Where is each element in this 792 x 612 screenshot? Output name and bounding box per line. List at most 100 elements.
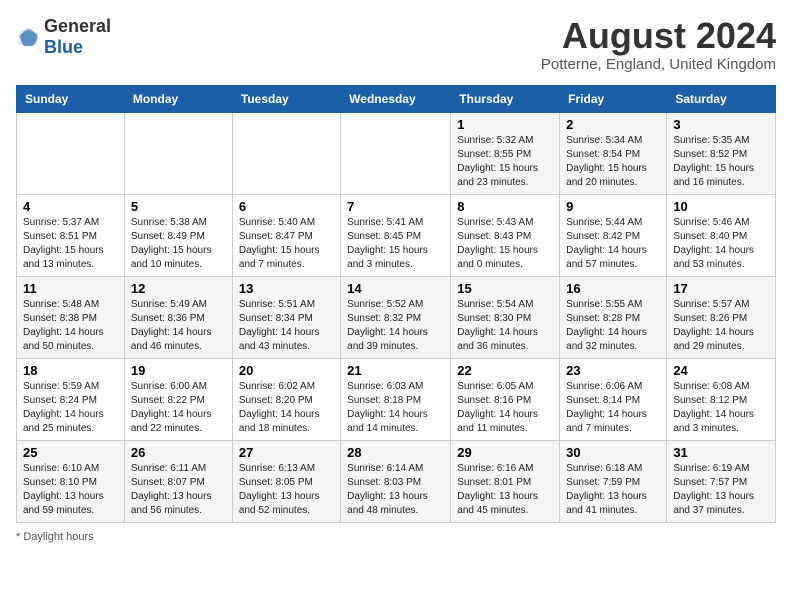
day-number: 20: [239, 363, 334, 378]
day-number: 5: [131, 199, 226, 214]
month-title: August 2024: [541, 16, 776, 56]
calendar-week-1: 1 Sunrise: 5:32 AM Sunset: 8:55 PM Daylig…: [17, 112, 776, 194]
logo: General Blue: [16, 16, 111, 58]
day-number: 9: [566, 199, 660, 214]
weekday-header-row: SundayMondayTuesdayWednesdayThursdayFrid…: [17, 85, 776, 112]
weekday-header-wednesday: Wednesday: [341, 85, 451, 112]
calendar-cell: 16 Sunrise: 5:55 AM Sunset: 8:28 PM Dayli…: [560, 276, 667, 358]
calendar-cell: 31 Sunrise: 6:19 AM Sunset: 7:57 PM Dayli…: [667, 440, 776, 522]
day-info: Sunrise: 6:19 AM Sunset: 7:57 PM Dayligh…: [673, 462, 769, 518]
calendar-cell: 5 Sunrise: 5:38 AM Sunset: 8:49 PM Daylig…: [124, 194, 232, 276]
day-info: Sunrise: 5:38 AM Sunset: 8:49 PM Dayligh…: [131, 216, 226, 272]
day-info: Sunrise: 6:16 AM Sunset: 8:01 PM Dayligh…: [457, 462, 553, 518]
day-number: 19: [131, 363, 226, 378]
day-number: 7: [347, 199, 444, 214]
day-number: 11: [23, 281, 118, 296]
calendar-week-2: 4 Sunrise: 5:37 AM Sunset: 8:51 PM Daylig…: [17, 194, 776, 276]
day-info: Sunrise: 5:40 AM Sunset: 8:47 PM Dayligh…: [239, 216, 334, 272]
day-info: Sunrise: 6:05 AM Sunset: 8:16 PM Dayligh…: [457, 380, 553, 436]
calendar-cell: 23Sunrise: 6:06 AM Sunset: 8:14 PM Dayli…: [560, 358, 667, 440]
calendar-cell: 4 Sunrise: 5:37 AM Sunset: 8:51 PM Daylig…: [17, 194, 125, 276]
day-info: Sunrise: 6:13 AM Sunset: 8:05 PM Dayligh…: [239, 462, 334, 518]
weekday-header-sunday: Sunday: [17, 85, 125, 112]
day-info: Sunrise: 6:08 AM Sunset: 8:12 PM Dayligh…: [673, 380, 769, 436]
location: Potterne, England, United Kingdom: [541, 56, 776, 73]
day-number: 4: [23, 199, 118, 214]
calendar-cell: [232, 112, 340, 194]
day-number: 29: [457, 445, 553, 460]
day-info: Sunrise: 6:11 AM Sunset: 8:07 PM Dayligh…: [131, 462, 226, 518]
day-info: Sunrise: 5:54 AM Sunset: 8:30 PM Dayligh…: [457, 298, 553, 354]
day-number: 22: [457, 363, 553, 378]
day-info: Sunrise: 6:06 AM Sunset: 8:14 PM Dayligh…: [566, 380, 660, 436]
day-number: 12: [131, 281, 226, 296]
calendar-cell: 12 Sunrise: 5:49 AM Sunset: 8:36 PM Dayli…: [124, 276, 232, 358]
calendar-cell: 6 Sunrise: 5:40 AM Sunset: 8:47 PM Daylig…: [232, 194, 340, 276]
logo-text: General Blue: [44, 16, 111, 58]
day-info: Sunrise: 6:10 AM Sunset: 8:10 PM Dayligh…: [23, 462, 118, 518]
day-info: Sunrise: 5:37 AM Sunset: 8:51 PM Dayligh…: [23, 216, 118, 272]
day-number: 10: [673, 199, 769, 214]
calendar-cell: 19 Sunrise: 6:00 AM Sunset: 8:22 PM Dayli…: [124, 358, 232, 440]
day-info: Sunrise: 5:59 AM Sunset: 8:24 PM Dayligh…: [23, 380, 118, 436]
calendar-cell: 13 Sunrise: 5:51 AM Sunset: 8:34 PM Dayli…: [232, 276, 340, 358]
day-number: 13: [239, 281, 334, 296]
day-info: Sunrise: 5:44 AM Sunset: 8:42 PM Dayligh…: [566, 216, 660, 272]
day-info: Sunrise: 5:51 AM Sunset: 8:34 PM Dayligh…: [239, 298, 334, 354]
calendar-cell: 11 Sunrise: 5:48 AM Sunset: 8:38 PM Dayli…: [17, 276, 125, 358]
calendar-table: SundayMondayTuesdayWednesdayThursdayFrid…: [16, 85, 776, 523]
weekday-header-friday: Friday: [560, 85, 667, 112]
calendar-cell: [341, 112, 451, 194]
day-number: 18: [23, 363, 118, 378]
day-number: 21: [347, 363, 444, 378]
day-info: Sunrise: 6:18 AM Sunset: 7:59 PM Dayligh…: [566, 462, 660, 518]
calendar-cell: 8 Sunrise: 5:43 AM Sunset: 8:43 PM Daylig…: [451, 194, 560, 276]
calendar-cell: 9 Sunrise: 5:44 AM Sunset: 8:42 PM Daylig…: [560, 194, 667, 276]
title-block: August 2024 Potterne, England, United Ki…: [541, 16, 776, 73]
day-number: 1: [457, 117, 553, 132]
calendar-cell: 7 Sunrise: 5:41 AM Sunset: 8:45 PM Daylig…: [341, 194, 451, 276]
day-number: 24: [673, 363, 769, 378]
calendar-cell: 29 Sunrise: 6:16 AM Sunset: 8:01 PM Dayli…: [451, 440, 560, 522]
calendar-cell: [17, 112, 125, 194]
calendar-cell: 25Sunrise: 6:10 AM Sunset: 8:10 PM Dayli…: [17, 440, 125, 522]
calendar-cell: 18 Sunrise: 5:59 AM Sunset: 8:24 PM Dayli…: [17, 358, 125, 440]
calendar-cell: 10 Sunrise: 5:46 AM Sunset: 8:40 PM Dayli…: [667, 194, 776, 276]
day-info: Sunrise: 5:48 AM Sunset: 8:38 PM Dayligh…: [23, 298, 118, 354]
day-info: Sunrise: 6:14 AM Sunset: 8:03 PM Dayligh…: [347, 462, 444, 518]
day-number: 14: [347, 281, 444, 296]
day-number: 6: [239, 199, 334, 214]
day-info: Sunrise: 5:49 AM Sunset: 8:36 PM Dayligh…: [131, 298, 226, 354]
day-number: 16: [566, 281, 660, 296]
footer-note: * Daylight hours: [16, 531, 776, 543]
calendar-header: SundayMondayTuesdayWednesdayThursdayFrid…: [17, 85, 776, 112]
weekday-header-tuesday: Tuesday: [232, 85, 340, 112]
calendar-cell: 3Sunrise: 5:35 AM Sunset: 8:52 PM Daylig…: [667, 112, 776, 194]
day-number: 28: [347, 445, 444, 460]
day-info: Sunrise: 5:41 AM Sunset: 8:45 PM Dayligh…: [347, 216, 444, 272]
calendar-week-3: 11 Sunrise: 5:48 AM Sunset: 8:38 PM Dayli…: [17, 276, 776, 358]
day-info: Sunrise: 5:57 AM Sunset: 8:26 PM Dayligh…: [673, 298, 769, 354]
day-number: 27: [239, 445, 334, 460]
page-header: General Blue August 2024 Potterne, Engla…: [16, 16, 776, 73]
weekday-header-thursday: Thursday: [451, 85, 560, 112]
day-info: Sunrise: 5:43 AM Sunset: 8:43 PM Dayligh…: [457, 216, 553, 272]
calendar-cell: 17Sunrise: 5:57 AM Sunset: 8:26 PM Dayli…: [667, 276, 776, 358]
footer-note-text: Daylight hours: [23, 531, 93, 543]
calendar-cell: 26 Sunrise: 6:11 AM Sunset: 8:07 PM Dayli…: [124, 440, 232, 522]
day-info: Sunrise: 5:46 AM Sunset: 8:40 PM Dayligh…: [673, 216, 769, 272]
day-number: 31: [673, 445, 769, 460]
day-info: Sunrise: 5:55 AM Sunset: 8:28 PM Dayligh…: [566, 298, 660, 354]
day-info: Sunrise: 6:00 AM Sunset: 8:22 PM Dayligh…: [131, 380, 226, 436]
calendar-week-4: 18 Sunrise: 5:59 AM Sunset: 8:24 PM Dayli…: [17, 358, 776, 440]
weekday-header-saturday: Saturday: [667, 85, 776, 112]
day-number: 30: [566, 445, 660, 460]
weekday-header-monday: Monday: [124, 85, 232, 112]
day-info: Sunrise: 5:35 AM Sunset: 8:52 PM Dayligh…: [673, 134, 769, 190]
calendar-cell: 27 Sunrise: 6:13 AM Sunset: 8:05 PM Dayli…: [232, 440, 340, 522]
day-info: Sunrise: 6:03 AM Sunset: 8:18 PM Dayligh…: [347, 380, 444, 436]
day-info: Sunrise: 5:32 AM Sunset: 8:55 PM Dayligh…: [457, 134, 553, 190]
calendar-week-5: 25Sunrise: 6:10 AM Sunset: 8:10 PM Dayli…: [17, 440, 776, 522]
day-number: 26: [131, 445, 226, 460]
day-number: 8: [457, 199, 553, 214]
